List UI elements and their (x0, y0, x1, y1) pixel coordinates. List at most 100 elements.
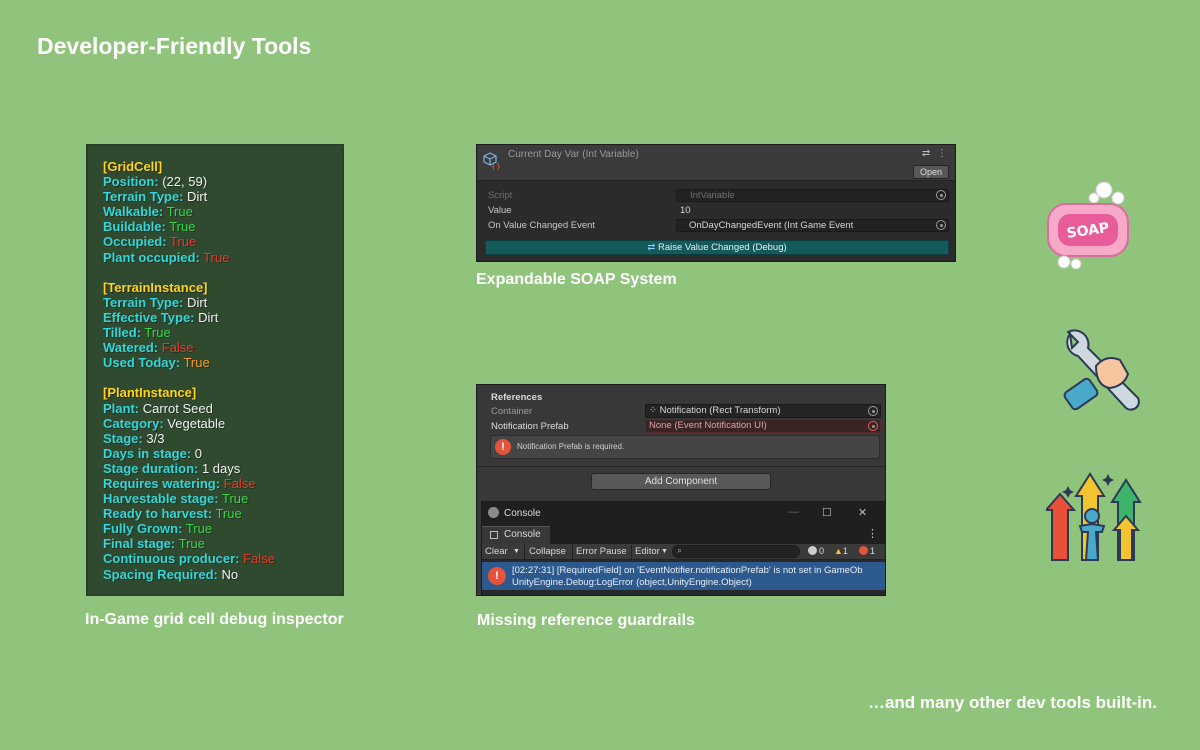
growth-arrows-icon (1046, 472, 1142, 561)
error-pause-button[interactable]: Error Pause (576, 546, 627, 557)
debug-value: No (217, 566, 239, 582)
value-row: Value 10 (477, 203, 955, 218)
script-field: IntVariable (676, 189, 949, 202)
debug-value: True (182, 521, 213, 537)
debug-key: Ready to harvest: (103, 506, 213, 522)
section-header-terraininstance: [TerrainInstance] (103, 279, 208, 295)
inspector-menu-icon[interactable]: ⇄ ⋮ (922, 148, 949, 159)
inspector-header: {} Current Day Var (Int Variable) ⇄ ⋮ Op… (477, 145, 955, 181)
container-field[interactable]: ⁘ Notification (Rect Transform) (645, 404, 881, 418)
add-component-button[interactable]: Add Component (591, 473, 771, 490)
debug-value: True (212, 506, 242, 522)
close-icon[interactable]: ✕ (858, 506, 867, 519)
debug-value: False (220, 475, 256, 491)
debug-row: Tilled: True (103, 325, 342, 340)
debug-value: True (165, 219, 196, 235)
divider (477, 466, 885, 467)
debug-key: Occupied: (103, 234, 167, 250)
debug-value: True (163, 204, 193, 220)
debug-key: Spacing Required: (103, 566, 218, 582)
console-title-bar: Console — ☐ ✕ (482, 502, 885, 524)
error-count-toggle[interactable]: 1 (859, 546, 875, 556)
debug-key: Tilled: (103, 325, 142, 341)
collapse-button[interactable]: Collapse (529, 546, 566, 557)
debug-row: Position: (22, 59) (103, 174, 342, 189)
inspector-title: Current Day Var (Int Variable) (508, 149, 639, 160)
debug-value: Vegetable (163, 415, 226, 431)
caption-soap: Expandable SOAP System (476, 271, 677, 288)
object-picker-icon[interactable] (868, 406, 878, 416)
section-header-gridcell: [GridCell] (103, 159, 163, 174)
soap-icon: SOAP (1047, 181, 1129, 270)
tab-console[interactable]: Console (482, 526, 550, 544)
debug-row: Walkable: True (103, 204, 342, 219)
console-tab-strip: Console ⋮ (482, 524, 885, 544)
value-field[interactable]: 10 (676, 204, 949, 217)
warning-count-toggle[interactable]: ▲1 (834, 546, 848, 556)
console-window: Console — ☐ ✕ Console ⋮ Clear ▼ Collapse… (481, 501, 885, 595)
debug-row: Requires watering: False (103, 476, 342, 491)
container-label: Container (491, 406, 533, 417)
notification-prefab-field[interactable]: None (Event Notification UI) (645, 419, 881, 433)
event-field[interactable]: OnDayChangedEvent (Int Game Event (676, 219, 949, 232)
script-field-value: IntVariable (690, 190, 735, 201)
clear-button[interactable]: Clear (485, 546, 508, 557)
debug-value: 1 days (198, 460, 241, 476)
console-search-input[interactable]: ⌕ (672, 545, 800, 558)
maximize-icon[interactable]: ☐ (822, 506, 832, 519)
debug-value: Carrot Seed (139, 400, 213, 416)
event-field-value: OnDayChangedEvent (Int Game Event (689, 220, 854, 231)
debug-key: Plant: (103, 400, 140, 416)
error-count-icon (859, 546, 868, 555)
debug-row: Final stage: True (103, 536, 342, 551)
minimize-icon[interactable]: — (788, 506, 799, 518)
debug-value: True (180, 355, 210, 371)
warning-count: 1 (842, 546, 848, 556)
debug-key: Buildable: (103, 219, 166, 235)
script-row: Script IntVariable (477, 188, 955, 203)
debug-row: Continuous producer: False (103, 551, 342, 566)
object-picker-icon[interactable] (936, 220, 946, 230)
debug-value: True (175, 536, 205, 552)
debug-key: Effective Type: (103, 309, 195, 325)
container-row: Container ⁘ Notification (Rect Transform… (491, 404, 881, 418)
open-button[interactable]: Open (912, 165, 949, 179)
info-icon (808, 546, 817, 555)
editor-dropdown[interactable]: Editor (635, 546, 660, 557)
debug-row: Occupied: True (103, 234, 342, 249)
debug-value: True (141, 325, 171, 341)
debug-key: Terrain Type: (103, 294, 184, 310)
debug-key: Watered: (103, 340, 159, 356)
debug-value: 0 (191, 445, 202, 461)
value-label: Value (488, 205, 512, 216)
debug-row: Days in stage: 0 (103, 446, 342, 461)
debug-key: Fully Grown: (103, 521, 183, 537)
more-options-icon[interactable]: ⋮ (867, 527, 878, 540)
debug-row: Fully Grown: True (103, 521, 342, 536)
clear-dropdown-icon[interactable]: ▼ (513, 548, 520, 555)
info-count-toggle[interactable]: 0 (808, 546, 824, 556)
editor-chevron-down-icon[interactable]: ▼ (661, 548, 668, 555)
debug-value: Dirt (194, 309, 219, 325)
debug-key: Position: (103, 174, 159, 190)
console-window-title: Console (504, 508, 541, 519)
tab-console-label: Console (504, 529, 541, 540)
grid-cell-debug-panel: [GridCell] Position: (22, 59) Terrain Typ… (86, 144, 344, 596)
script-label: Script (488, 190, 513, 201)
raise-value-changed-button[interactable]: ⇄ Raise Value Changed (Debug) (485, 240, 949, 255)
debug-row: Spacing Required: No (103, 567, 342, 582)
debug-key: Category: (103, 415, 164, 431)
debug-value: (22, 59) (158, 174, 208, 190)
debug-value: False (158, 340, 194, 356)
error-icon: ! (488, 567, 506, 585)
debug-row: Buildable: True (103, 219, 342, 234)
rect-transform-icon: ⁘ (649, 405, 660, 416)
object-picker-icon[interactable] (868, 421, 878, 431)
debug-value: False (239, 551, 275, 567)
debug-row: Used Today: True (103, 355, 342, 370)
debug-row: Harvestable stage: True (103, 491, 342, 506)
debug-key: Used Today: (103, 355, 181, 371)
raise-button-label: Raise Value Changed (Debug) (657, 242, 787, 253)
console-log-entry[interactable]: ! [02:27:31] [RequiredField] on 'EventNo… (482, 562, 885, 590)
debug-row: Effective Type: Dirt (103, 310, 342, 325)
